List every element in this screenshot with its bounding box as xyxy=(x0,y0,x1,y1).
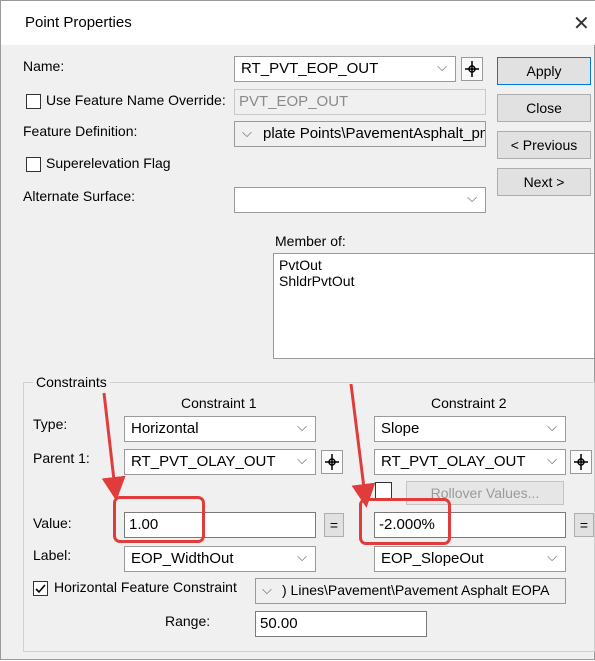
constraint2-value-highlight xyxy=(359,498,451,545)
constraint1-value-highlight xyxy=(113,496,205,543)
annotation-arrows xyxy=(101,383,376,508)
point-properties-dialog: Point Properties ✕ Name: RT_PVT_EOP_OUT … xyxy=(0,0,595,660)
